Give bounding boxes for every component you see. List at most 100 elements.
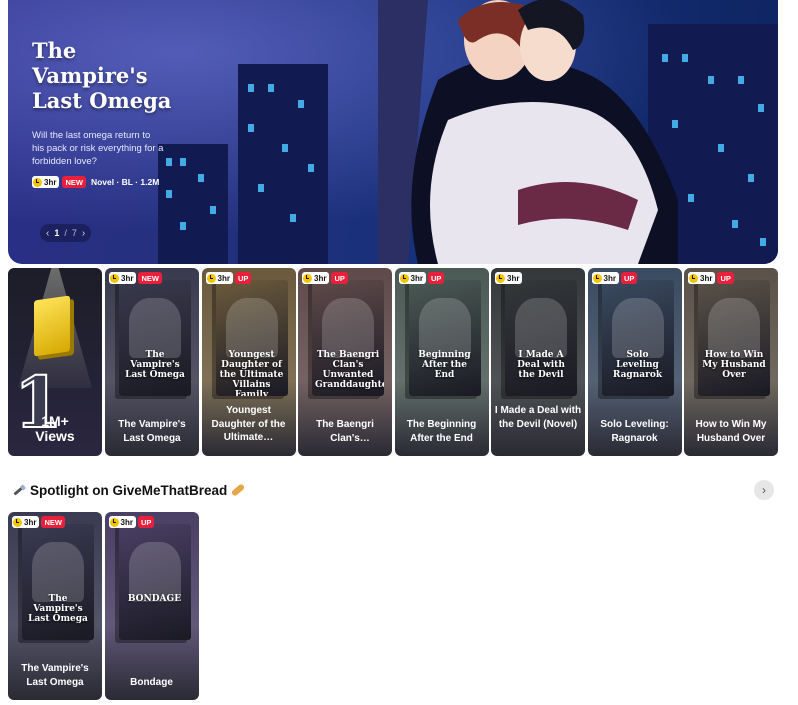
story-title[interactable]: I Made a Deal with the Devil (Novel) [494, 404, 582, 431]
time-badge: 3hr [32, 176, 60, 188]
story-card[interactable]: Beginning After the End 3hr UP The Beginnin… [394, 268, 489, 456]
clock-icon [110, 273, 119, 283]
story-card[interactable]: I Made A Deal with the Devil 3hr I Made a … [491, 268, 585, 456]
new-badge: NEW [41, 516, 65, 528]
time-badge: 3hr [205, 272, 233, 284]
time-badge-label: 3hr [507, 273, 520, 283]
up-badge: UP [717, 272, 734, 284]
cover-title-text: The Baengri Clan's Unwanted Granddaughte… [315, 350, 384, 390]
story-title[interactable]: Solo Leveling: Ragnarok [591, 418, 679, 445]
story-title[interactable]: How to Win My Husband Over [687, 418, 775, 445]
new-badge: NEW [138, 272, 162, 284]
story-card[interactable]: Solo Leveling Ragnarok 3hr UP Solo Leveling… [587, 268, 682, 456]
badge-group: 3hr UP [688, 272, 734, 284]
time-badge-label: 3hr [700, 273, 713, 283]
story-card[interactable]: How to Win My Husband Over 3hr UP How to Wi… [684, 268, 778, 456]
story-title[interactable]: The Vampire's Last Omega [11, 662, 99, 689]
cover-art [32, 542, 84, 602]
badge-group: 3hr UP [205, 272, 252, 284]
story-card[interactable]: The Vampire's Last Omega 3hr NEW The Vampir… [105, 268, 199, 456]
badge-group: 3hr UP [591, 272, 638, 284]
cover-title-text: BONDAGE [127, 594, 182, 604]
badge-group: 3hr UP [398, 272, 445, 284]
cover-art [418, 298, 471, 358]
cover-image: I Made A Deal with the Devil [505, 280, 577, 396]
cover-title-text: Beginning After the End [418, 350, 471, 380]
cover-image: Solo Leveling Ragnarok [601, 280, 674, 396]
story-card[interactable]: Youngest Daughter of the Ultimate Villai… [201, 268, 296, 456]
spotlight-next-button[interactable]: › [754, 480, 774, 500]
cover-image: BONDAGE [118, 524, 191, 640]
cover-image: How to Win My Husband Over [698, 280, 770, 396]
clock-icon [33, 177, 42, 187]
story-card[interactable]: The Baengri Clan's Unwanted Granddaughte… [298, 268, 392, 456]
chevron-right-icon[interactable]: › [82, 228, 85, 239]
book-icon [34, 295, 70, 357]
cover-title-text: The Vampire's Last Omega [28, 594, 88, 624]
hero-meta: 3hr NEW Novel · BL · 1.2M [32, 176, 372, 188]
clock-icon [303, 273, 312, 283]
cover-art [611, 298, 664, 358]
cover-title-text: I Made A Deal with the Devil [517, 350, 565, 380]
badge-group: 3hr NEW [109, 272, 162, 284]
clock-icon [496, 273, 505, 283]
story-title[interactable]: Youngest Daughter of the Ultimate… [205, 404, 293, 445]
time-badge: 3hr [109, 272, 137, 284]
hero-tags: Novel · BL · 1.2M [90, 177, 160, 187]
pager-current: 1 [54, 228, 60, 238]
badge-group: 3hr UP [302, 272, 348, 284]
time-badge: 3hr [398, 272, 426, 284]
up-badge: UP [620, 272, 638, 284]
hero-text: The Vampire's Last Omega Will the last o… [32, 38, 372, 188]
clock-icon [689, 273, 698, 283]
up-badge: UP [234, 272, 252, 284]
time-badge-label: 3hr [410, 273, 423, 283]
cover-image: The Vampire's Last Omega [119, 280, 191, 396]
hero-pager: ‹ 1 / 7 › [40, 224, 92, 242]
time-badge: 3hr [12, 516, 40, 528]
top-stories-carousel: 1 1M+ Views The Vampire's Last Omega 3hr N… [8, 268, 783, 456]
new-badge: NEW [62, 176, 86, 188]
story-card[interactable]: The Vampire's Last Omega 3hr NEW The Vampir… [8, 512, 102, 700]
badge-group: 3hr NEW [12, 516, 65, 528]
story-title[interactable]: The Vampire's Last Omega [108, 418, 196, 445]
spotlight-carousel: The Vampire's Last Omega 3hr NEW The Vampir… [8, 512, 208, 700]
hero-illustration [378, 0, 678, 264]
clock-icon [399, 273, 409, 283]
cover-title-text: The Vampire's Last Omega [125, 350, 185, 380]
chevron-right-icon: › [762, 483, 766, 497]
time-badge: 3hr [688, 272, 716, 284]
cover-art [515, 298, 567, 358]
cover-image: Beginning After the End [408, 280, 481, 396]
cover-image: The Vampire's Last Omega [22, 524, 94, 640]
story-title[interactable]: The Beginning After the End [398, 418, 486, 445]
cover-art [708, 298, 760, 358]
badge-group: 3hr [495, 272, 523, 284]
up-badge: UP [427, 272, 445, 284]
hero-banner[interactable]: The Vampire's Last Omega Will the last o… [8, 0, 778, 264]
views-label: 1M+ Views [35, 413, 75, 444]
badge-group: 3hr UP [108, 516, 155, 528]
spotlight-title: Spotlight on GiveMeThatBread [30, 482, 228, 498]
cover-image: Youngest Daughter of the Ultimate Villai… [215, 280, 288, 396]
cover-title-text: Solo Leveling Ragnarok [612, 350, 663, 380]
cover-art [322, 298, 374, 358]
up-badge: UP [331, 272, 348, 284]
time-badge-label: 3hr [44, 177, 57, 187]
time-badge-label: 3hr [603, 273, 616, 283]
cover-title-text: Youngest Daughter of the Ultimate Villai… [219, 350, 284, 396]
brush-icon [12, 483, 26, 497]
hero-description: Will the last omega return to his pack o… [32, 130, 164, 167]
time-badge-label: 3hr [24, 517, 37, 527]
chevron-left-icon[interactable]: ‹ [46, 228, 49, 239]
clock-icon [13, 517, 22, 527]
hero-title[interactable]: The Vampire's Last Omega [32, 38, 372, 113]
story-card[interactable]: BONDAGE 3hr UP Bondage [104, 512, 199, 700]
story-title[interactable]: Bondage [108, 676, 196, 690]
story-title[interactable]: The Baengri Clan's Unwanted… [301, 418, 389, 445]
ranking-card[interactable]: 1 1M+ Views [8, 268, 102, 456]
clock-icon [109, 517, 119, 527]
cover-art [225, 298, 278, 358]
time-badge: 3hr [495, 272, 523, 284]
pager-separator: / [64, 228, 67, 238]
